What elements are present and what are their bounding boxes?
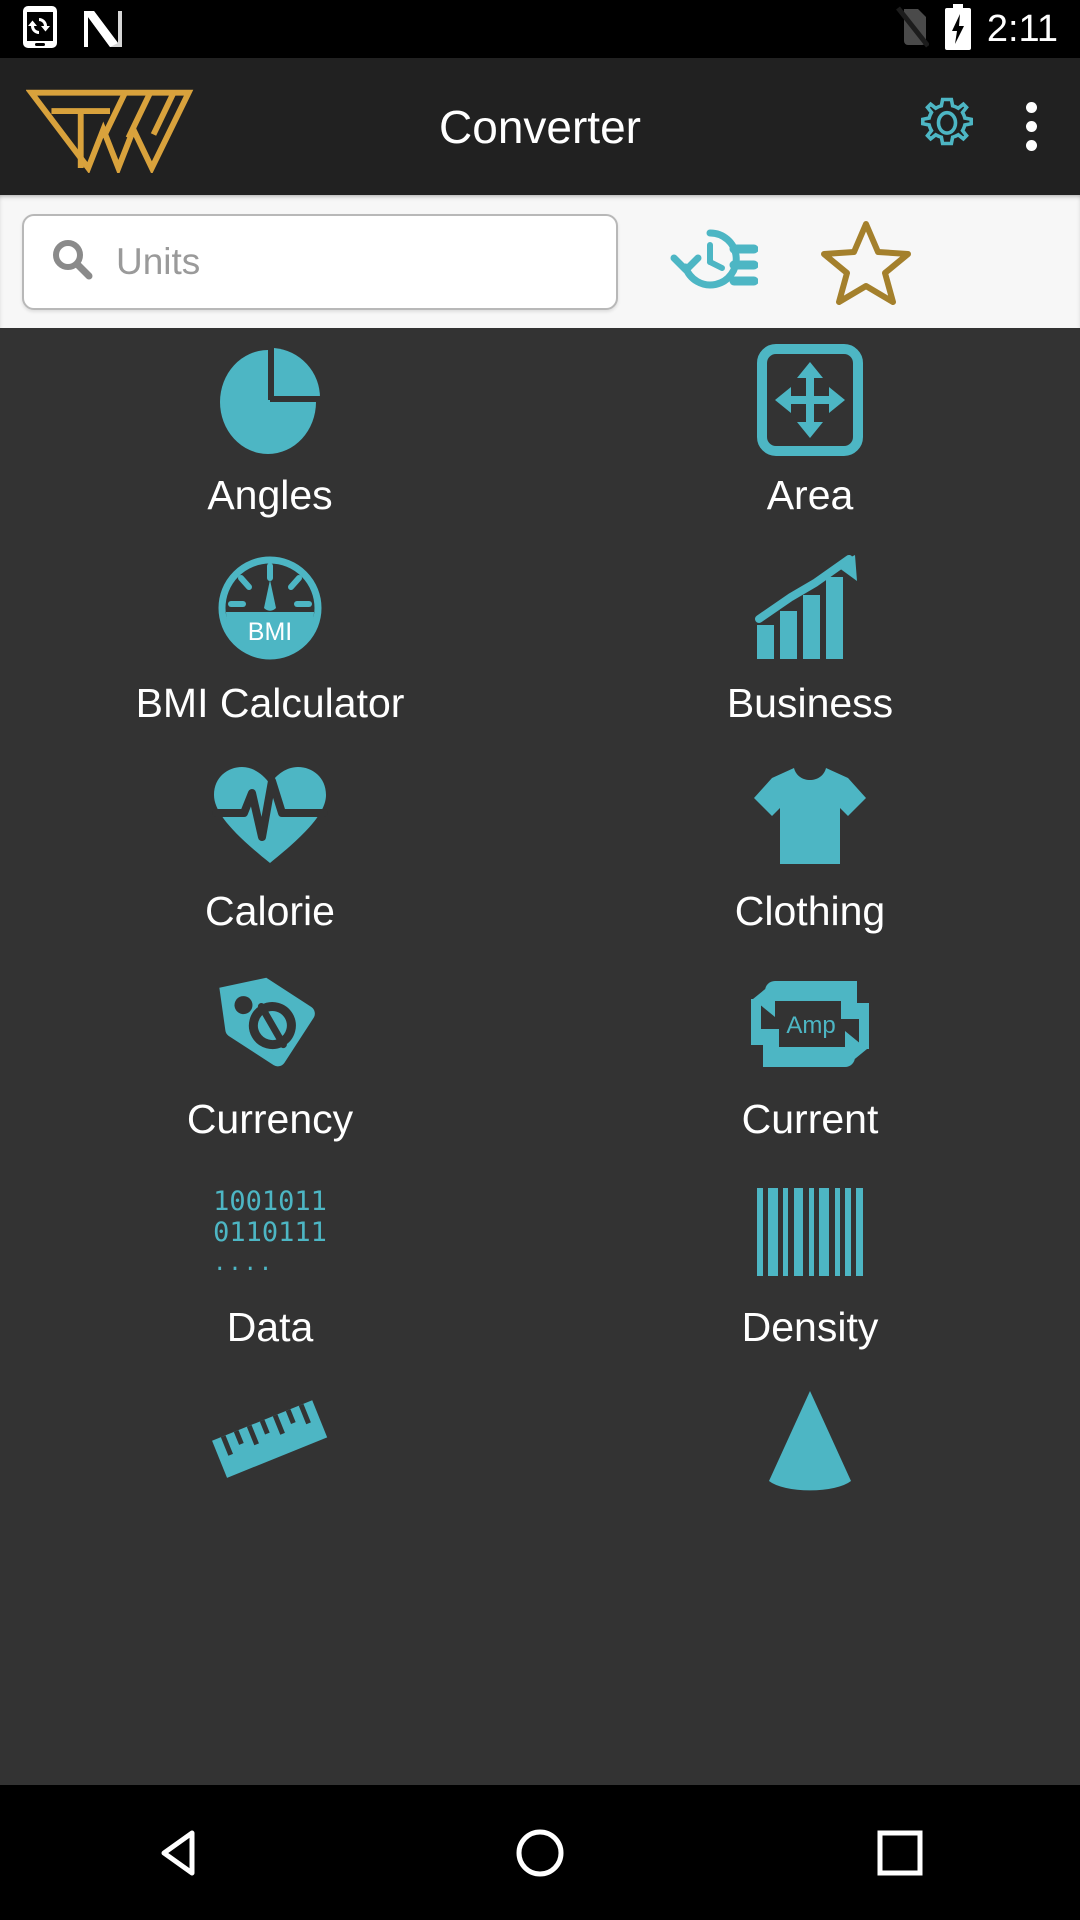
status-bar-clock: 2:11 bbox=[986, 7, 1058, 50]
system-nav-bar bbox=[0, 1785, 1080, 1920]
converter-grid: Angles Area BMI BMI Calculator Business … bbox=[0, 328, 1080, 1785]
overflow-dot bbox=[1025, 102, 1037, 113]
binary-line: .... bbox=[213, 1250, 275, 1276]
recents-icon[interactable] bbox=[840, 1808, 960, 1898]
status-bar-left-icons bbox=[22, 5, 122, 54]
bmi-gauge-icon: BMI bbox=[216, 548, 324, 668]
ruler-icon bbox=[210, 1380, 330, 1500]
tw-logo bbox=[25, 81, 194, 176]
binary-digits-icon: 1001011 0110111 .... bbox=[213, 1172, 327, 1292]
grid-item-label: Current bbox=[741, 1096, 879, 1142]
amp-icon-text: Amp bbox=[786, 1012, 835, 1039]
grid-item-clothing[interactable]: Clothing bbox=[540, 756, 1080, 964]
binary-line: 0110111 bbox=[213, 1216, 327, 1248]
status-bar-right-icons: 2:11 bbox=[895, 3, 1058, 55]
home-icon[interactable] bbox=[480, 1808, 600, 1898]
grid-item-label: Business bbox=[726, 680, 894, 726]
app-screen: 2:11 Converter Units Angles Area BMI BMI… bbox=[0, 0, 1080, 1920]
android-nougat-icon bbox=[80, 5, 122, 54]
grid-item-label: Calorie bbox=[205, 888, 335, 934]
search-input[interactable]: Units bbox=[22, 213, 618, 310]
app-bar-actions bbox=[914, 94, 1054, 160]
grid-item-label: Density bbox=[741, 1304, 879, 1350]
grid-item-label: Clothing bbox=[734, 888, 886, 934]
search-row: Units bbox=[0, 195, 1080, 328]
grid-item-currency[interactable]: Currency bbox=[0, 964, 540, 1172]
search-placeholder: Units bbox=[116, 240, 201, 282]
back-icon[interactable] bbox=[120, 1808, 240, 1898]
grid-item-density[interactable]: Density bbox=[540, 1172, 1080, 1380]
t-shirt-icon bbox=[750, 756, 870, 876]
grid-item-angles[interactable]: Angles bbox=[0, 340, 540, 548]
grid-item-area[interactable]: Area bbox=[540, 340, 1080, 548]
search-icon bbox=[50, 237, 94, 286]
no-sim-icon bbox=[895, 5, 930, 54]
heart-pulse-icon bbox=[210, 756, 330, 876]
grid-item-label: Data bbox=[226, 1304, 314, 1350]
phone-sync-icon bbox=[22, 5, 58, 54]
grid-item-calorie[interactable]: Calorie bbox=[0, 756, 540, 964]
amp-exchange-icon: Amp bbox=[751, 964, 869, 1084]
history-list-icon[interactable] bbox=[664, 214, 760, 310]
bmi-icon-text: BMI bbox=[248, 618, 292, 646]
grid-item-label: BMI Calculator bbox=[135, 680, 405, 726]
binary-line: 1001011 bbox=[213, 1185, 327, 1217]
grid-item-label: Currency bbox=[186, 1096, 354, 1142]
overflow-menu-icon[interactable] bbox=[1014, 94, 1054, 160]
price-tag-dollar-icon bbox=[214, 964, 326, 1084]
overflow-dot bbox=[1025, 140, 1037, 151]
grid-item-label: Area bbox=[766, 472, 854, 518]
barcode-icon bbox=[755, 1172, 865, 1292]
grid-item-current[interactable]: Amp Current bbox=[540, 964, 1080, 1172]
grid-item-label: Angles bbox=[207, 472, 333, 518]
pie-chart-icon bbox=[210, 340, 330, 460]
grid-item-data[interactable]: 1001011 0110111 .... Data bbox=[0, 1172, 540, 1380]
battery-charging-icon bbox=[943, 3, 973, 55]
overflow-dot bbox=[1025, 121, 1037, 132]
grid-item-bmi-calculator[interactable]: BMI BMI Calculator bbox=[0, 548, 540, 756]
gear-icon[interactable] bbox=[914, 94, 980, 160]
bar-chart-growth-icon bbox=[753, 548, 867, 668]
grid-item-length[interactable] bbox=[0, 1380, 540, 1588]
area-arrows-icon bbox=[757, 340, 863, 460]
cone-icon bbox=[755, 1380, 865, 1500]
status-bar: 2:11 bbox=[0, 0, 1080, 58]
grid-item-business[interactable]: Business bbox=[540, 548, 1080, 756]
app-bar: Converter bbox=[0, 58, 1080, 195]
grid-item-volume[interactable] bbox=[540, 1380, 1080, 1588]
star-outline-icon[interactable] bbox=[818, 214, 914, 310]
